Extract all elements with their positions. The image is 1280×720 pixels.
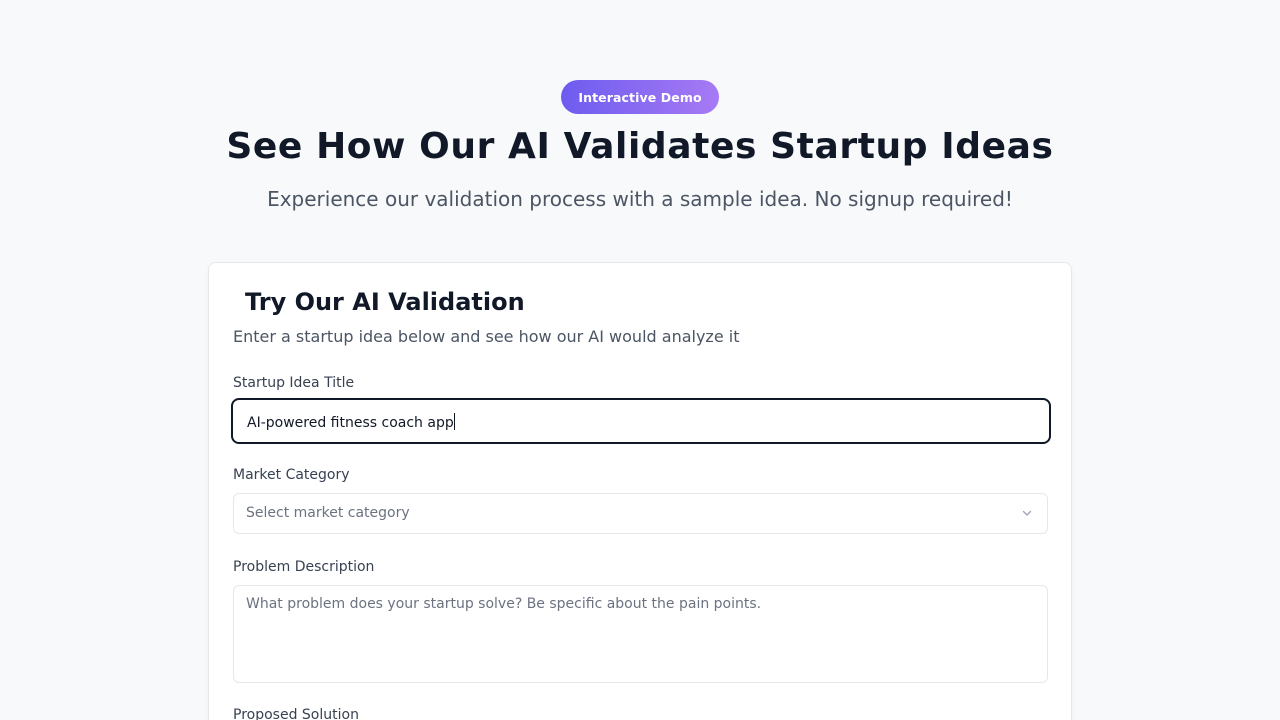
idea-title-label: Startup Idea Title bbox=[233, 375, 355, 391]
page-title: See How Our AI Validates Startup Ideas bbox=[226, 126, 1054, 167]
market-category-placeholder: Select market category bbox=[246, 505, 410, 521]
problem-description-label: Problem Description bbox=[233, 559, 375, 575]
form-title: Try Our AI Validation bbox=[245, 288, 525, 316]
idea-title-value: AI-powered fitness coach app bbox=[247, 413, 455, 431]
problem-description-placeholder: What problem does your startup solve? Be… bbox=[246, 596, 762, 612]
market-category-select[interactable]: Select market category bbox=[233, 493, 1048, 534]
form-description: Enter a startup idea below and see how o… bbox=[233, 327, 740, 346]
demo-page: Interactive Demo See How Our AI Validate… bbox=[0, 0, 1280, 720]
proposed-solution-label: Proposed Solution bbox=[233, 707, 359, 720]
chevron-down-icon bbox=[1022, 510, 1032, 516]
problem-description-textarea[interactable]: What problem does your startup solve? Be… bbox=[233, 585, 1048, 683]
interactive-demo-badge: Interactive Demo bbox=[561, 80, 719, 114]
text-caret bbox=[453, 413, 455, 430]
idea-title-input[interactable]: AI-powered fitness coach app bbox=[231, 398, 1051, 444]
page-subtitle: Experience our validation process with a… bbox=[267, 187, 1013, 211]
market-category-label: Market Category bbox=[233, 467, 350, 483]
validation-form-card: Try Our AI Validation Enter a startup id… bbox=[208, 262, 1072, 720]
